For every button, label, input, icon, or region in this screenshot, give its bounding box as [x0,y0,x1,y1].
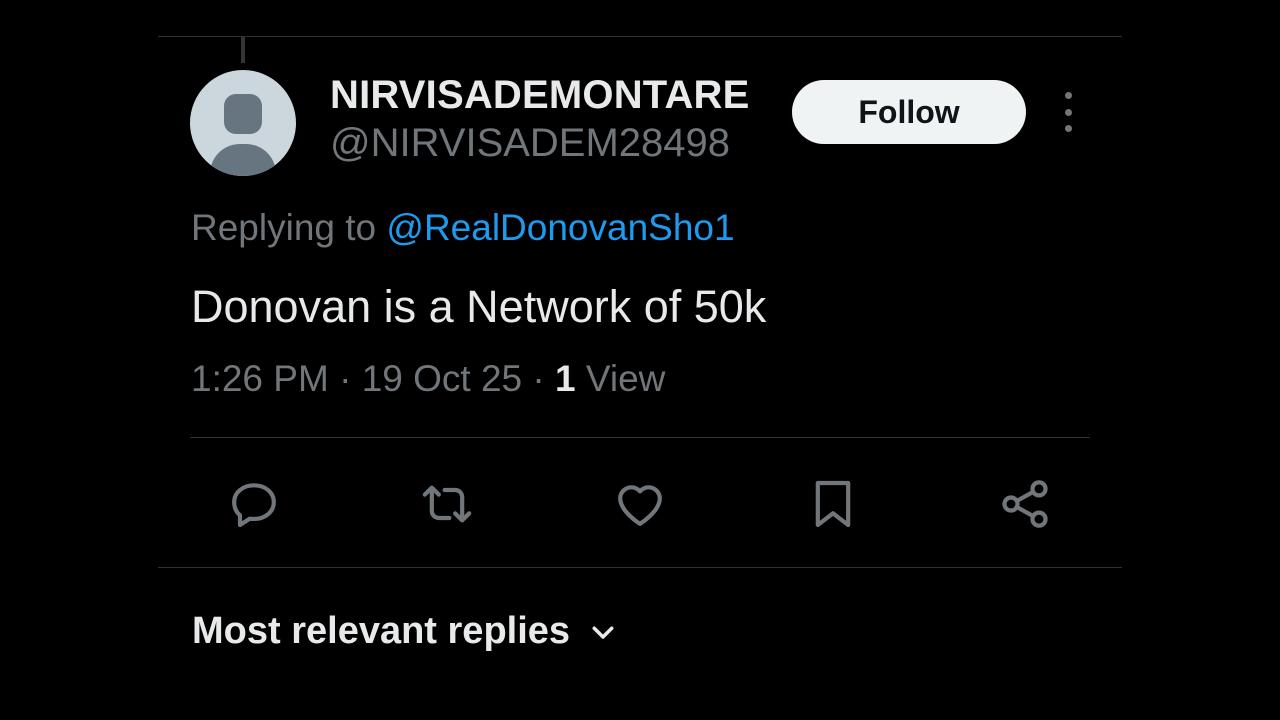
replying-to-line: Replying to @RealDonovanSho1 [191,207,735,249]
default-avatar-icon [224,94,262,134]
reply-icon [232,483,276,528]
repost-icon [422,485,472,523]
avatar[interactable] [190,70,296,176]
top-divider [158,36,1122,37]
tweet-detail-page: NIRVISADEMONTARE @NIRVISADEM28498 Follow… [0,0,1280,720]
thread-connector-line [241,37,245,63]
share-icon [1002,480,1048,528]
meta-divider [190,437,1090,438]
bookmark-button[interactable] [803,474,863,534]
views-label[interactable]: View [576,358,666,399]
reply-button[interactable] [224,474,284,534]
more-options-icon[interactable] [1050,92,1086,132]
author-handle[interactable]: @NIRVISADEM28498 [330,121,730,166]
actions-divider [158,567,1122,568]
bookmark-icon [815,480,851,528]
heart-icon [618,485,662,526]
meta-separator: · [328,358,362,399]
author-display-name[interactable]: NIRVISADEMONTARE [330,73,750,118]
tweet-meta: 1:26 PM · 19 Oct 25 · 1 View [191,358,665,400]
replies-sort-dropdown[interactable]: Most relevant replies [192,610,618,653]
replying-to-mention[interactable]: @RealDonovanSho1 [386,207,734,248]
repost-button[interactable] [417,474,477,534]
meta-separator: · [522,358,556,399]
tweet-text: Donovan is a Network of 50k [191,281,767,332]
tweet-time[interactable]: 1:26 PM [191,358,329,399]
avatar-body-shape [210,144,276,176]
share-button[interactable] [995,474,1055,534]
chevron-down-icon [592,626,614,639]
views-count[interactable]: 1 [555,358,576,399]
follow-button[interactable]: Follow [792,80,1026,144]
replying-prefix: Replying to [191,207,387,248]
more-dot [1064,92,1072,99]
more-dot [1064,125,1072,132]
more-dot [1064,108,1072,116]
tweet-date[interactable]: 19 Oct 25 [362,358,522,399]
like-button[interactable] [610,474,670,534]
replies-sort-label: Most relevant replies [192,610,571,652]
